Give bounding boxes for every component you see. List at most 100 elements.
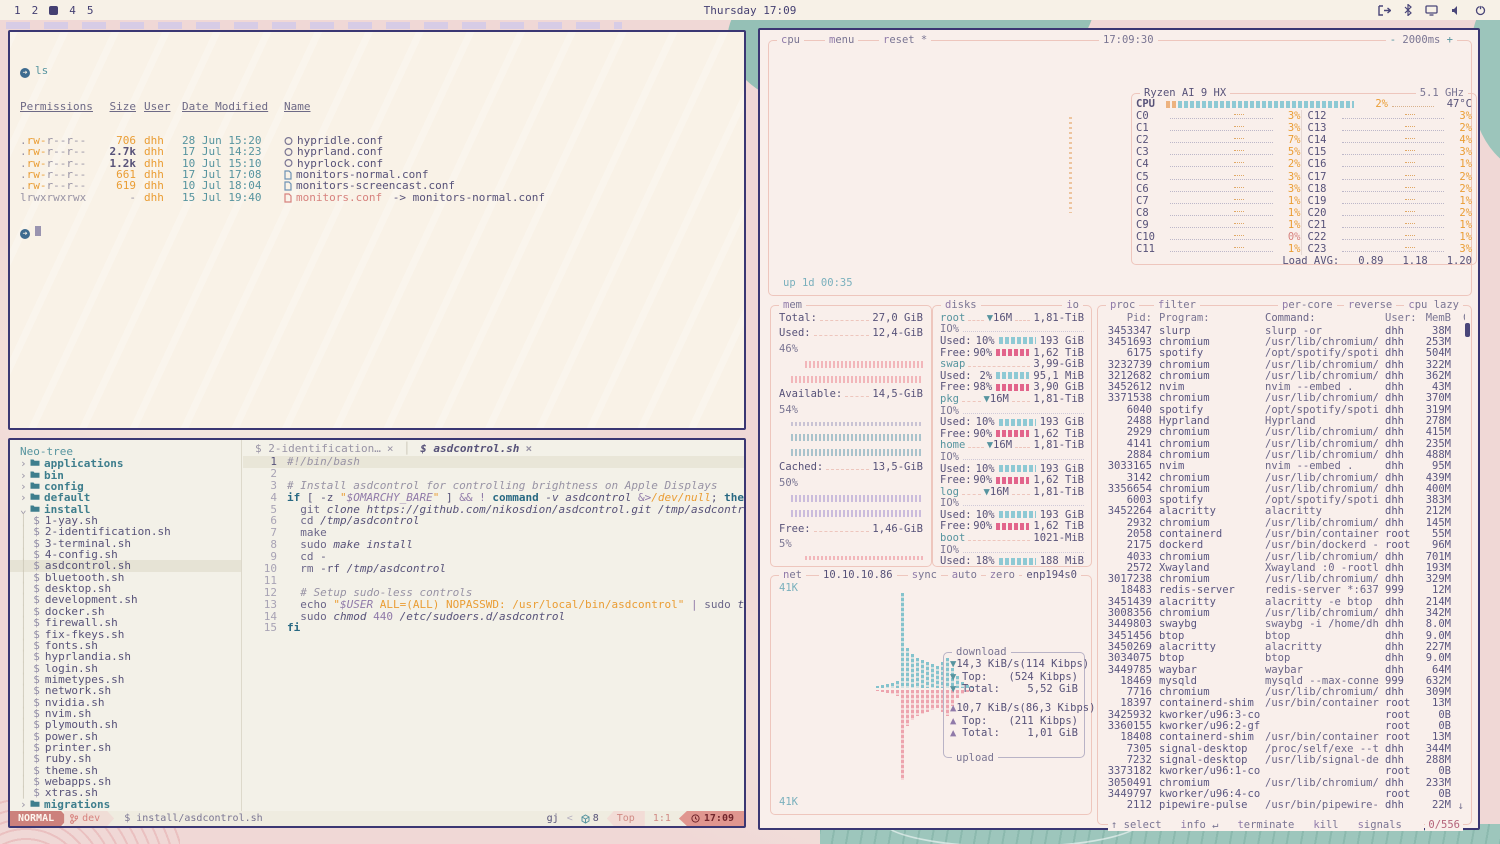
process-row[interactable]: 3449797kworker/u96:4-coroot0B0.0 xyxy=(1104,788,1465,799)
tree-folder-applications[interactable]: ›applications xyxy=(10,458,241,469)
process-row[interactable]: 6040spotify/opt/spotify/spotidhh319M0.2 xyxy=(1104,404,1465,415)
tree-folder-migrations[interactable]: ›migrations xyxy=(10,799,241,810)
btop-window[interactable]: cpu menu reset * 17:09:30 - 2000ms + up … xyxy=(758,28,1480,830)
process-row[interactable]: 7716chromium/usr/lib/chromium/dhh309M0.0 xyxy=(1104,687,1465,698)
menu-tab[interactable]: menu xyxy=(825,34,858,46)
code-line[interactable]: 14 sudo chmod 440 /etc/sudoers.d/asdcont… xyxy=(243,611,744,623)
editor-pane[interactable]: $ 2-identification…×│$ asdcontrol.sh× 1#… xyxy=(243,440,744,811)
process-row[interactable]: 2488HyprlandHyprlanddhh278M0.1 xyxy=(1104,415,1465,426)
update-interval[interactable]: - 2000ms + xyxy=(1386,34,1457,46)
bluetooth-icon[interactable] xyxy=(1404,4,1412,16)
process-scrollbar[interactable] xyxy=(1465,323,1470,337)
process-name: chromium xyxy=(1152,449,1265,461)
logout-icon[interactable] xyxy=(1378,5,1391,16)
reverse-toggle[interactable]: reverse xyxy=(1344,299,1396,311)
display-icon[interactable] xyxy=(1425,5,1438,16)
process-row[interactable]: 3453347slurpslurp -ordhh38M0.0 xyxy=(1104,325,1465,336)
process-row[interactable]: 3451439alacrittyalacritty -e btopdhh214M… xyxy=(1104,596,1465,607)
code-line[interactable]: 1#!/bin/bash xyxy=(243,456,744,468)
tree-file-network.sh[interactable]: │ $network.sh xyxy=(10,685,241,696)
footer-info[interactable]: info ↵ xyxy=(1181,819,1238,831)
code-line[interactable]: 10 rm -rf /tmp/asdcontrol xyxy=(243,563,744,575)
process-row[interactable]: 6003spotify/opt/spotify/spotidhh383M0.0 xyxy=(1104,494,1465,505)
code-line[interactable]: 15fi xyxy=(243,622,744,634)
neovim-window[interactable]: Neo-tree ›applications›bin›config›defaul… xyxy=(8,438,746,828)
file-name[interactable]: monitors.conf -> monitors-normal.conf xyxy=(274,192,545,203)
process-row[interactable]: 3425932kworker/u96:3-coroot0B0.0 xyxy=(1104,709,1465,720)
process-row[interactable]: 3232739chromium/usr/lib/chromium/dhh322M… xyxy=(1104,359,1465,370)
volume-icon[interactable] xyxy=(1451,5,1462,16)
disks-tab[interactable]: disks xyxy=(941,299,981,311)
footer-terminate[interactable]: terminate xyxy=(1237,819,1313,831)
process-row[interactable]: 3212682chromium/usr/lib/chromium/dhh362M… xyxy=(1104,370,1465,381)
process-row[interactable]: 18408containerd-shim/usr/bin/containerro… xyxy=(1104,732,1465,743)
process-row[interactable]: 2884chromium/usr/lib/chromium/dhh488M0.0 xyxy=(1104,449,1465,460)
tree-file-plymouth.sh[interactable]: │ $plymouth.sh xyxy=(10,719,241,730)
process-row[interactable]: 4141chromium/usr/lib/chromium/dhh235M0.0 xyxy=(1104,438,1465,449)
scroll-down-indicator: ↓ xyxy=(1458,800,1464,812)
proc-tab[interactable]: proc xyxy=(1106,299,1139,311)
terminal-window[interactable]: ➜ls PermissionsSizeUserDate ModifiedName… xyxy=(8,30,746,430)
footer-select[interactable]: ↑ select xyxy=(1111,819,1181,831)
power-icon[interactable] xyxy=(1475,5,1486,16)
code-area[interactable]: 1#!/bin/bash23# Install asdcontrol for c… xyxy=(243,456,744,634)
workspace-2[interactable]: 2 xyxy=(32,4,39,17)
process-row[interactable]: 7305signal-desktop/proc/self/exe --tdhh3… xyxy=(1104,743,1465,754)
footer-signals[interactable]: signals xyxy=(1358,819,1421,831)
process-row[interactable]: 2058containerd/usr/bin/containerroot55M0… xyxy=(1104,528,1465,539)
tree-file-xtras.sh[interactable]: │ $xtras.sh xyxy=(10,787,241,798)
io-tab[interactable]: io xyxy=(1062,299,1083,311)
prompt-line[interactable]: ➜ xyxy=(20,226,734,239)
tree-file-ruby.sh[interactable]: │ $ruby.sh xyxy=(10,753,241,764)
net-zero[interactable]: zero xyxy=(986,569,1019,581)
process-row[interactable]: 3373182kworker/u96:1-coroot0B0.0 xyxy=(1104,766,1465,777)
process-row[interactable]: 3450269alacrittyalacrittydhh227M0.0 xyxy=(1104,641,1465,652)
process-row[interactable]: 6175spotify/opt/spotify/spotidhh504M0.1 xyxy=(1104,348,1465,359)
buffer-tab[interactable]: $ asdcontrol.sh× xyxy=(420,442,532,455)
buffer-tab[interactable]: $ 2-identification…× xyxy=(255,442,393,455)
process-row[interactable]: 3452612nvimnvim --embed .dhh43M0.0 xyxy=(1104,381,1465,392)
process-row[interactable]: 3451693chromium/usr/lib/chromium/dhh253M… xyxy=(1104,336,1465,347)
net-sync[interactable]: sync xyxy=(908,569,941,581)
workspace-5[interactable]: 5 xyxy=(87,4,94,17)
process-row[interactable]: 3452264alacrittyalacrittydhh212M0.0 xyxy=(1104,506,1465,517)
process-row[interactable]: 18469mysqldmysqld --max-conne999632M0.0 xyxy=(1104,675,1465,686)
workspace-switcher[interactable]: 12 45 xyxy=(0,4,94,17)
mem-tab[interactable]: mem xyxy=(779,299,806,311)
process-row[interactable]: 3371538chromium/usr/lib/chromium/dhh370M… xyxy=(1104,393,1465,404)
per-core-toggle[interactable]: per-core xyxy=(1278,299,1337,311)
process-row[interactable]: 2932chromium/usr/lib/chromium/dhh145M0.0 xyxy=(1104,517,1465,528)
tree-file-firewall.sh[interactable]: │ $firewall.sh xyxy=(10,617,241,628)
tree-file-hyprlandia.sh[interactable]: │ $hyprlandia.sh xyxy=(10,651,241,662)
process-row[interactable]: 3449785waybarwaybardhh64M0.0 xyxy=(1104,664,1465,675)
process-row[interactable]: 3034075btopbtopdhh9.0M0.0 xyxy=(1104,653,1465,664)
workspace-4[interactable]: 4 xyxy=(69,4,76,17)
process-row[interactable]: 7232signal-desktop/usr/lib/signal-dedhh2… xyxy=(1104,754,1465,765)
process-row[interactable]: 3451456btopbtopdhh9.0M0.0 xyxy=(1104,630,1465,641)
process-row[interactable]: 18483redis-serverredis-server *:63799912… xyxy=(1104,585,1465,596)
process-row[interactable]: 3360155kworker/u96:2-gfroot0B0.0 xyxy=(1104,720,1465,731)
net-tab[interactable]: net xyxy=(779,569,806,581)
process-row[interactable]: 2112pipewire-pulse/usr/bin/pipewire-dhh2… xyxy=(1104,799,1465,810)
cpu-tab[interactable]: cpu xyxy=(777,34,804,46)
filter-tab[interactable]: filter xyxy=(1154,299,1200,311)
process-row[interactable]: 3449803swaybgswaybg -i /home/dhdhh8.0M0.… xyxy=(1104,619,1465,630)
process-row[interactable]: 2572XwaylandXwayland :0 -rootldhh193M0.0 xyxy=(1104,562,1465,573)
process-row[interactable]: 3142chromium/usr/lib/chromium/dhh439M0.0 xyxy=(1104,472,1465,483)
workspace-1[interactable]: 1 xyxy=(14,4,21,17)
reset-tab[interactable]: reset * xyxy=(879,34,931,46)
process-row[interactable]: 4033chromium/usr/lib/chromium/dhh701M0.0 xyxy=(1104,551,1465,562)
process-row[interactable]: 18397containerd-shim/usr/bin/containerro… xyxy=(1104,698,1465,709)
process-row[interactable]: 3356654chromium/usr/lib/chromium/dhh400M… xyxy=(1104,483,1465,494)
process-row[interactable]: 2929chromium/usr/lib/chromium/dhh415M0.0 xyxy=(1104,427,1465,438)
workspace-active[interactable] xyxy=(49,6,58,15)
process-row[interactable]: 3008356chromium/usr/lib/chromium/dhh342M… xyxy=(1104,607,1465,618)
process-header[interactable]: Pid:Program:Command:User:MemBCpu%↑ xyxy=(1104,312,1465,325)
process-row[interactable]: 2175dockerd/usr/bin/dockerd -root96M0.0 xyxy=(1104,540,1465,551)
process-row[interactable]: 3017238chromium/usr/lib/chromium/dhh329M… xyxy=(1104,574,1465,585)
file-name[interactable]: hyprland.conf xyxy=(274,146,383,157)
net-auto[interactable]: auto xyxy=(948,569,981,581)
process-row[interactable]: 3033165nvimnvim --embed .dhh95M0.0 xyxy=(1104,461,1465,472)
footer-kill[interactable]: kill xyxy=(1313,819,1357,831)
process-row[interactable]: 3050491chromium/usr/lib/chromium/dhh233M… xyxy=(1104,777,1465,788)
